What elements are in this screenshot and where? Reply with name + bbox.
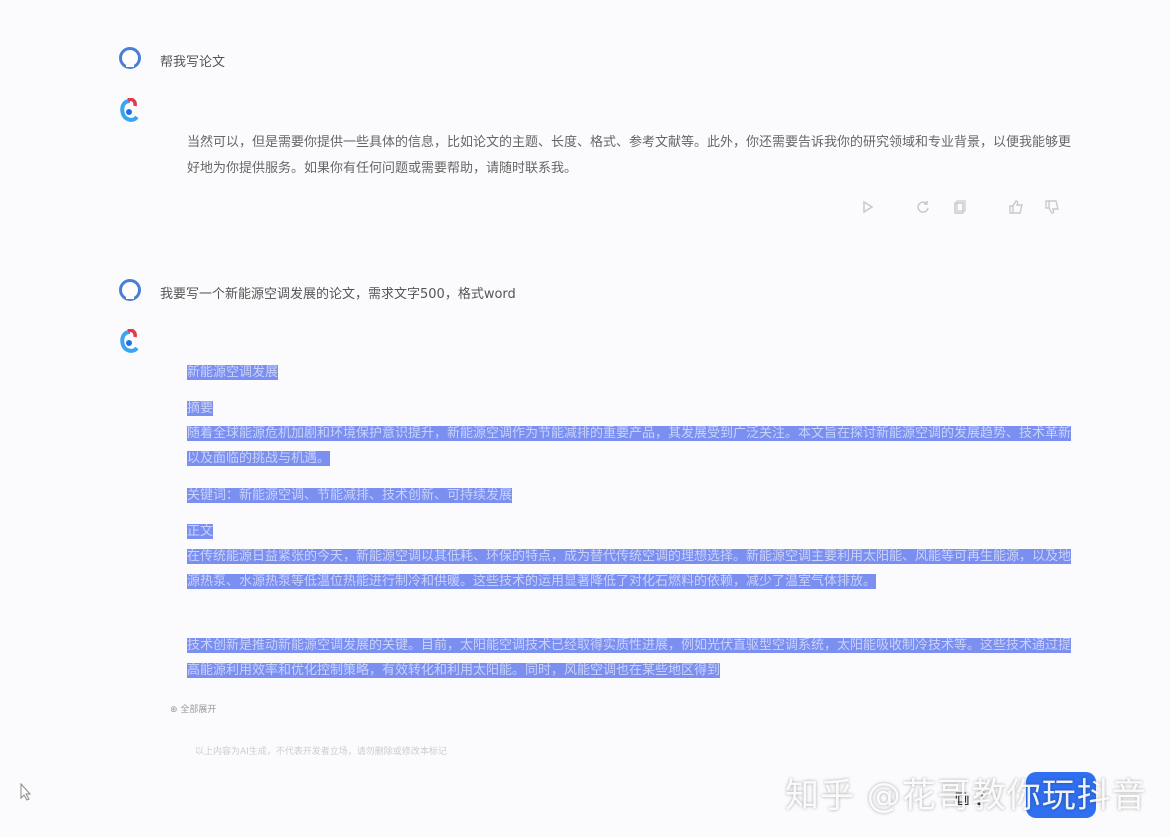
doc-title: 新能源空调发展 (187, 365, 279, 380)
copy-icon[interactable] (951, 200, 967, 216)
doc-abstract-heading: 摘要 (187, 401, 214, 416)
play-icon[interactable] (860, 200, 876, 216)
watermark: 知乎 @花哥教你玩抖音 (785, 776, 1147, 816)
expand-all-button[interactable]: ⊕ 全部展开 (170, 702, 216, 715)
thumbs-down-icon[interactable] (1044, 200, 1060, 216)
refresh-icon[interactable] (915, 200, 931, 216)
user-message-1: 帮我写论文 (160, 55, 226, 70)
user-message-2: 我要写一个新能源空调发展的论文，需求文字500，格式word (160, 287, 516, 302)
doc-body-paragraph-1: 在传统能源日益紧张的今天，新能源空调以其低耗、环保的特点，成为替代传统空调的理想… (187, 549, 1072, 589)
bot-avatar (120, 98, 139, 122)
mouse-cursor-icon (20, 783, 32, 801)
doc-body-heading: 正文 (187, 524, 214, 539)
user-avatar (119, 47, 141, 69)
chat-page: 帮我写论文 当然可以，但是需要你提供一些具体的信息，比如论文的主题、长度、格式、… (0, 0, 1170, 837)
doc-keywords: 关键词：新能源空调、节能减排、技术创新、可持续发展 (187, 488, 513, 503)
expand-icon: ⊕ (170, 705, 178, 715)
thumbs-up-icon[interactable] (1008, 200, 1024, 216)
user-avatar (119, 279, 141, 301)
bot-reply-1: 当然可以，但是需要你提供一些具体的信息，比如论文的主题、长度、格式、参考文献等。… (187, 135, 1072, 176)
doc-abstract: 随着全球能源危机加剧和环境保护意识提升，新能源空调作为节能减排的重要产品，其发展… (187, 426, 1072, 466)
doc-body-paragraph-2: 技术创新是推动新能源空调发展的关键。目前，太阳能空调技术已经取得实质性进展，例如… (187, 638, 1072, 678)
ai-disclaimer: 以上内容为AI生成，不代表开发者立场，请勿删除或修改本标记 (195, 747, 447, 757)
bot-avatar (120, 329, 139, 353)
